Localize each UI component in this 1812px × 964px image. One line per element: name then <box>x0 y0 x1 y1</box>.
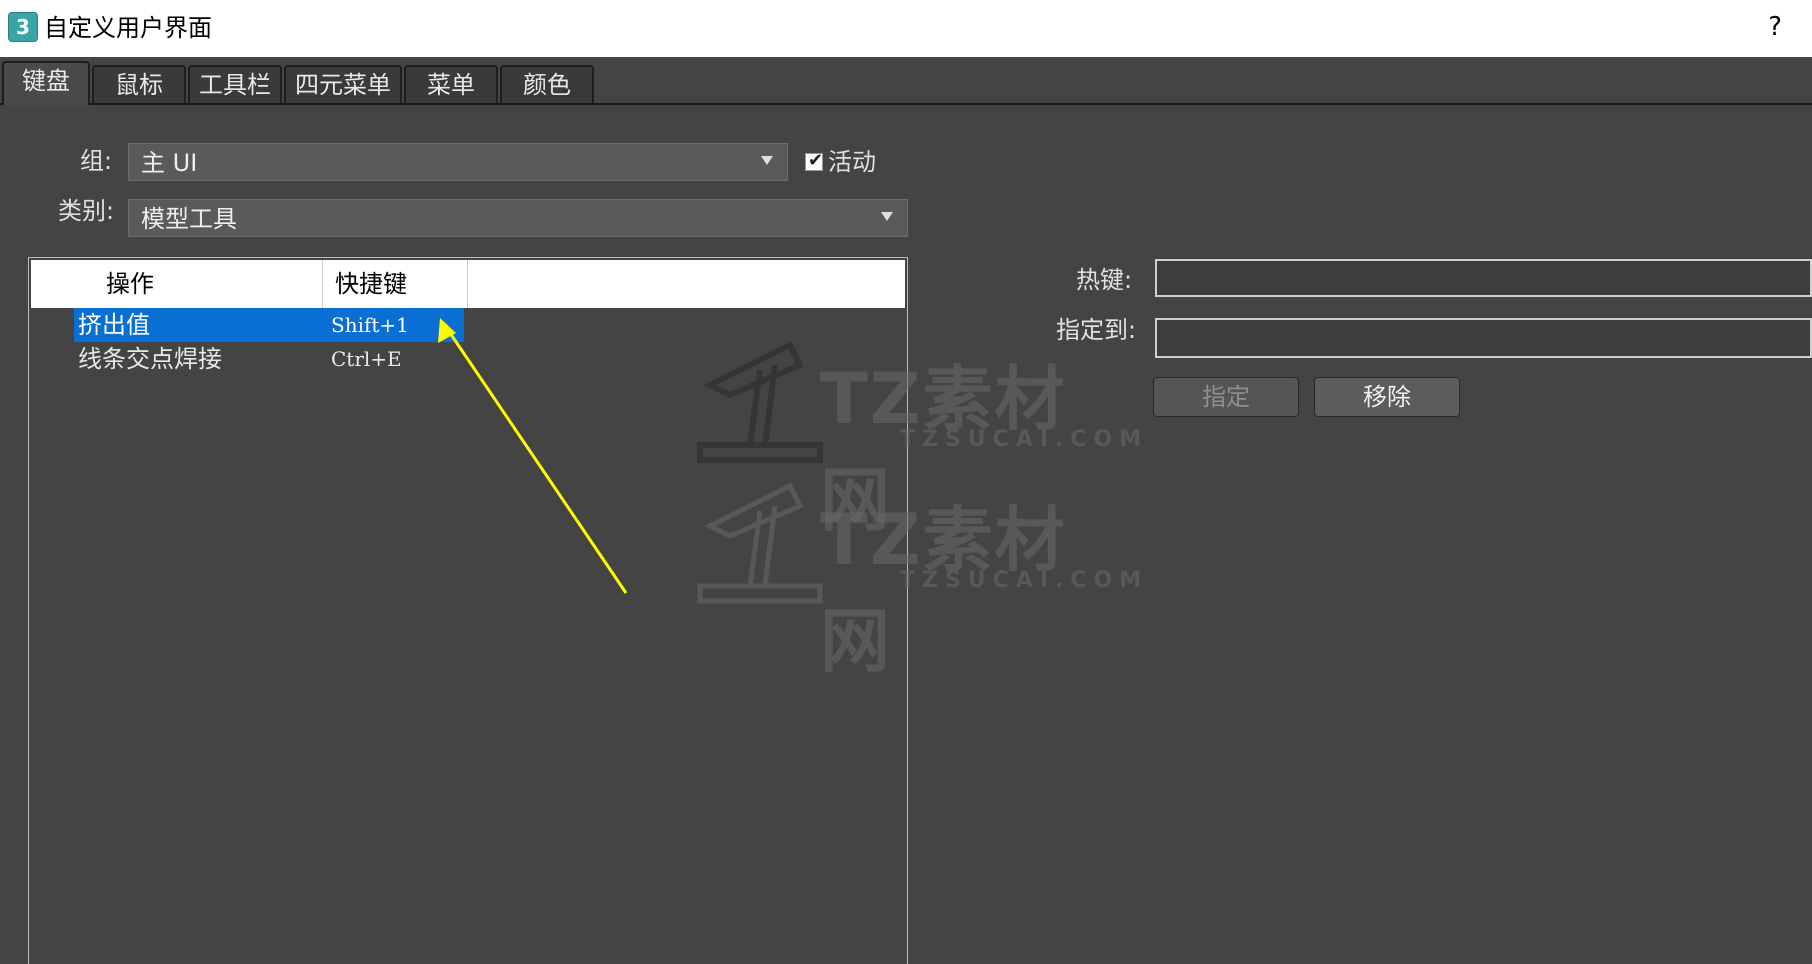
annotation-arrow-icon <box>438 318 628 594</box>
tab-keyboard[interactable]: 键盘 <box>2 61 90 105</box>
